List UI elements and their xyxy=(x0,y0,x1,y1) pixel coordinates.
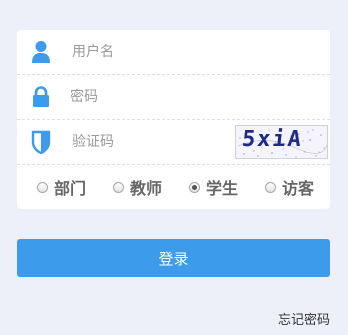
captcha-image[interactable]: 5xiA xyxy=(235,125,328,159)
role-option-student[interactable]: 学生 xyxy=(189,177,239,198)
role-label: 访客 xyxy=(282,179,315,198)
login-button[interactable]: 登录 xyxy=(17,239,330,277)
role-label: 学生 xyxy=(206,179,239,198)
login-form: 5xiA 部门 教师 学生 访客 xyxy=(17,30,330,209)
shield-icon xyxy=(31,130,51,155)
lock-icon xyxy=(31,85,51,109)
captcha-row: 5xiA xyxy=(17,120,330,165)
role-option-teacher[interactable]: 教师 xyxy=(113,177,163,198)
password-row xyxy=(17,75,330,120)
password-input[interactable] xyxy=(70,75,310,119)
role-option-visitor[interactable]: 访客 xyxy=(265,177,315,198)
role-option-department[interactable]: 部门 xyxy=(37,177,87,198)
role-label: 部门 xyxy=(54,179,87,198)
role-selector: 部门 教师 学生 访客 xyxy=(17,165,330,209)
forgot-password-link[interactable]: 忘记密码 xyxy=(278,309,330,328)
radio-button[interactable] xyxy=(265,181,276,193)
username-input[interactable] xyxy=(72,30,312,74)
radio-button[interactable] xyxy=(37,181,48,193)
user-icon xyxy=(31,40,51,64)
radio-button[interactable] xyxy=(189,181,200,193)
captcha-input[interactable] xyxy=(72,120,222,164)
radio-button[interactable] xyxy=(113,181,124,193)
role-label: 教师 xyxy=(130,179,163,198)
username-row xyxy=(17,30,330,75)
captcha-text: 5xiA xyxy=(240,127,305,152)
